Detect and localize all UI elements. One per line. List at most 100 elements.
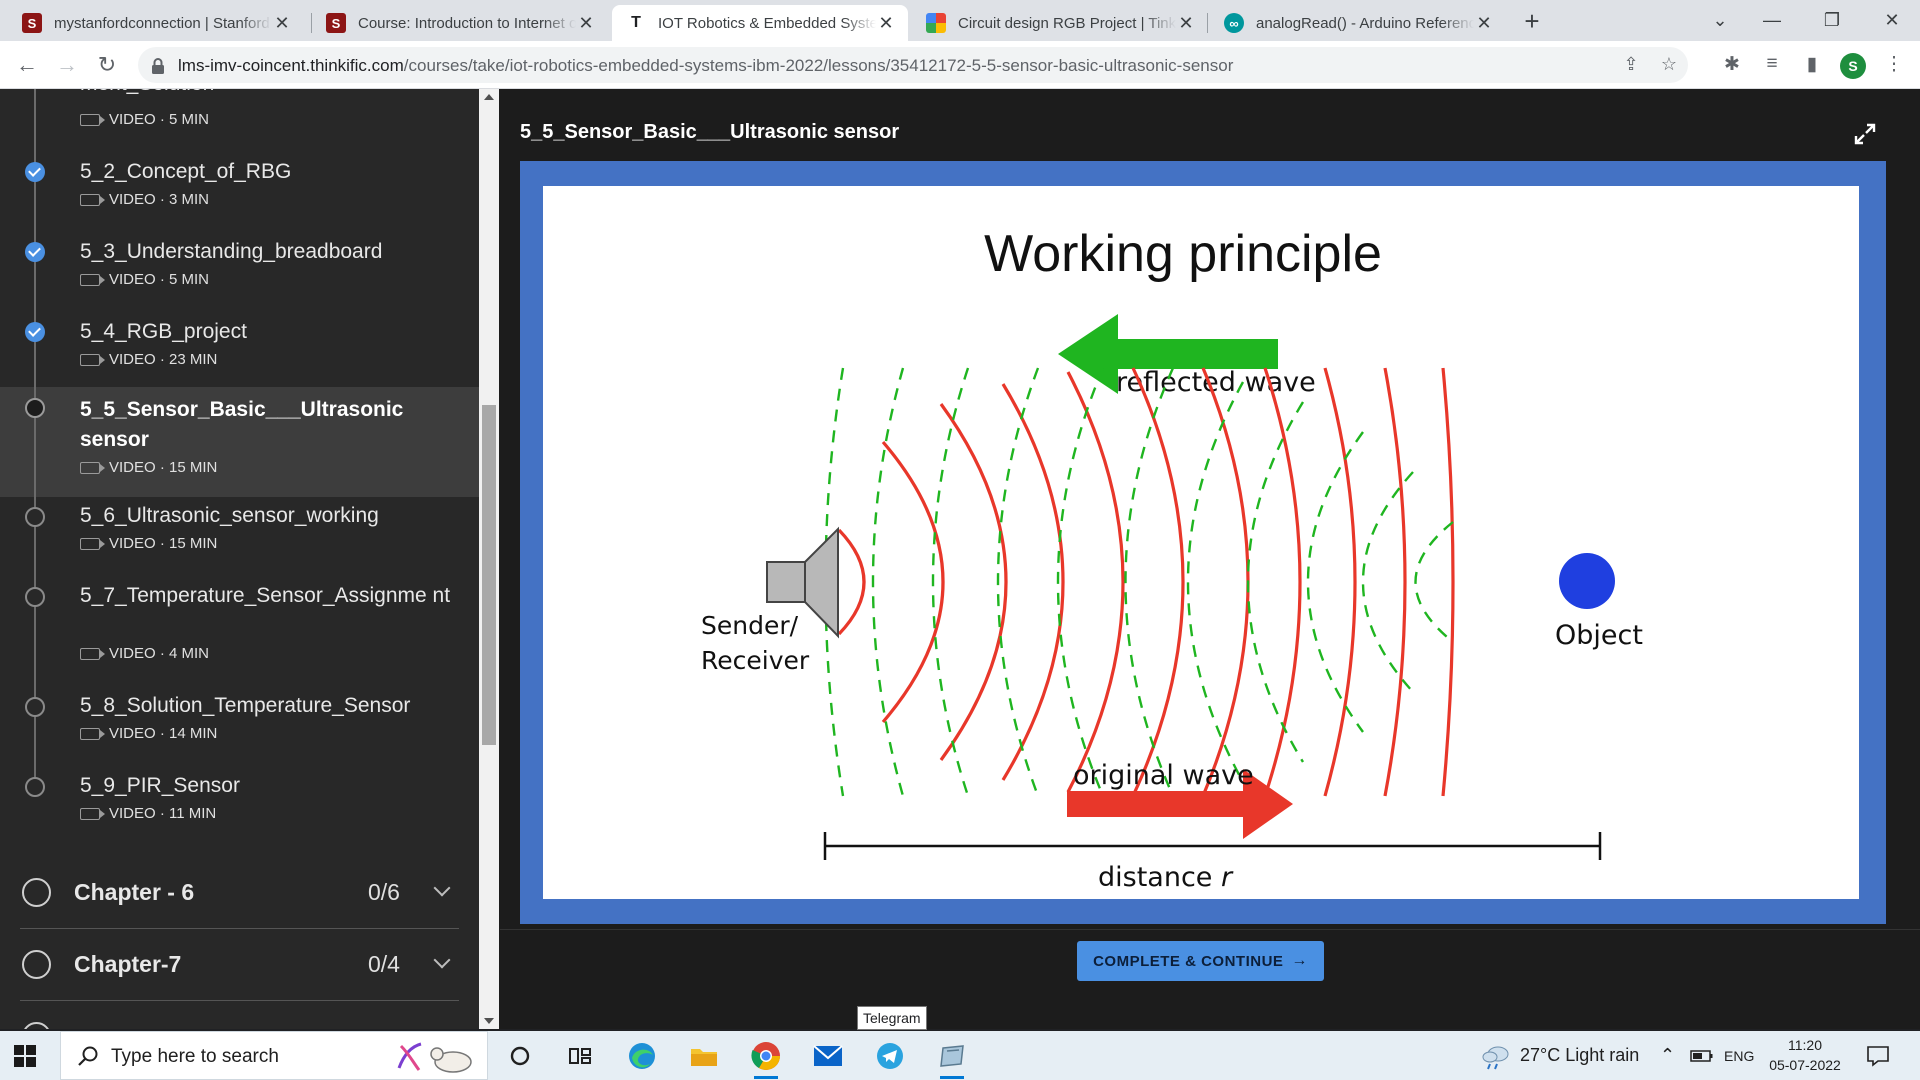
sidebar-lesson-5-4[interactable]: 5_4_RGB_project VIDEO · 23 MIN: [0, 309, 479, 389]
search-highlight-icon: [397, 1042, 472, 1073]
course-favicon-icon: S: [326, 13, 346, 33]
stanford-favicon-icon: S: [22, 13, 42, 33]
back-icon[interactable]: ←: [12, 50, 42, 80]
language-indicator[interactable]: ENG: [1724, 1031, 1754, 1080]
system-clock[interactable]: 11:20 05-07-2022: [1765, 1035, 1845, 1075]
sidebar-lesson-5-9[interactable]: 5_9_PIR_Sensor VIDEO · 11 MIN: [0, 767, 479, 847]
lesson-title: 5_4_RGB_project: [80, 320, 247, 343]
clock-date: 05-07-2022: [1769, 1057, 1841, 1073]
edge-icon[interactable]: [624, 1039, 660, 1073]
sidebar-scrollbar[interactable]: [479, 89, 499, 1029]
sidebar-lesson-5-5-active[interactable]: 5_5_Sensor_Basic___Ultrasonic sensor VID…: [0, 387, 479, 497]
cortana-icon[interactable]: [502, 1039, 538, 1073]
scroll-up-icon[interactable]: [484, 94, 494, 100]
chapter-progress-circle-icon: [22, 878, 51, 907]
new-tab-button[interactable]: +: [1517, 7, 1547, 37]
tab-stanford[interactable]: S mystanfordconnection | Stanford ✕: [8, 5, 304, 41]
chapter-progress-circle-icon: [22, 1022, 51, 1029]
speaker-cone-icon: [804, 526, 839, 639]
scroll-down-icon[interactable]: [484, 1018, 494, 1024]
side-panel-icon[interactable]: ▮: [1800, 53, 1824, 77]
sidebar-lesson-5-6[interactable]: 5_6_Ultrasonic_sensor_working VIDEO · 15…: [0, 497, 479, 577]
tab-arduino[interactable]: ∞ analogRead() - Arduino Reference ✕: [1210, 5, 1506, 41]
lesson-title: 5_8_Solution_Temperature_Sensor: [80, 694, 411, 717]
chrome-icon[interactable]: [748, 1039, 784, 1079]
sidebar-lesson-5-2[interactable]: 5_2_Concept_of_RBG VIDEO · 3 MIN: [0, 149, 479, 229]
chapter-7-toggle[interactable]: Chapter-7 0/4: [0, 929, 479, 1001]
video-icon: [80, 727, 105, 740]
restore-icon[interactable]: ❐: [1802, 0, 1862, 41]
chapter-6-toggle[interactable]: Chapter - 6 0/6: [0, 857, 479, 929]
battery-icon[interactable]: [1690, 1031, 1714, 1080]
distance-label: distance r: [1098, 862, 1234, 893]
notification-center-icon[interactable]: [1866, 1031, 1890, 1080]
profile-avatar[interactable]: S: [1840, 53, 1866, 79]
reflected-wave-front: [996, 367, 1040, 797]
clock-time: 11:20: [1788, 1037, 1822, 1053]
show-hidden-icons[interactable]: ⌃: [1660, 1031, 1675, 1080]
video-icon: [80, 537, 105, 550]
tab-close-icon[interactable]: ✕: [1176, 13, 1196, 34]
scrollbar-thumb[interactable]: [482, 405, 496, 745]
fullscreen-expand-icon[interactable]: [1852, 121, 1878, 147]
video-icon: [80, 273, 105, 286]
chapter-title: Chapter - 6: [74, 879, 195, 905]
tab-close-icon[interactable]: ✕: [576, 13, 596, 34]
lesson-sidebar: ment_Solution VIDEO · 5 MIN 5_2_Concept_…: [0, 89, 479, 1029]
incomplete-circle-icon: [25, 587, 45, 607]
tab-course-iot[interactable]: S Course: Introduction to Internet of ✕: [312, 5, 608, 41]
telegram-icon[interactable]: [872, 1039, 908, 1073]
extensions-icon[interactable]: ✱: [1720, 53, 1744, 77]
wave-fronts: [824, 367, 1455, 797]
minimize-icon[interactable]: —: [1742, 0, 1802, 41]
taskbar-tooltip: Telegram: [857, 1006, 927, 1030]
lesson-footer: COMPLETE & CONTINUE →: [500, 929, 1920, 1029]
sidebar-lesson-5-1-solution[interactable]: ment_Solution VIDEO · 5 MIN: [0, 89, 479, 149]
mail-icon[interactable]: [810, 1039, 846, 1073]
course-player: ment_Solution VIDEO · 5 MIN 5_2_Concept_…: [0, 89, 1920, 1029]
menu-icon[interactable]: ⋮: [1882, 53, 1906, 77]
tab-close-icon[interactable]: ✕: [272, 13, 292, 34]
tab-search-icon[interactable]: ⌄: [1690, 0, 1750, 41]
lock-icon[interactable]: [148, 56, 168, 76]
reload-icon[interactable]: ↻: [92, 50, 122, 80]
lesson-header: 5_5_Sensor_Basic___Ultrasonic sensor: [500, 89, 1920, 161]
progress-line: [34, 229, 36, 309]
chevron-up-icon[interactable]: ⌃: [1660, 1045, 1675, 1066]
original-wave-front: [1441, 367, 1455, 797]
original-wave-front: [1066, 371, 1125, 793]
address-bar[interactable]: lms-imv-coincent.thinkific.com/courses/t…: [138, 47, 1688, 83]
windows-start-icon[interactable]: [14, 1045, 36, 1067]
reflected-wave-label: reflected wave: [1116, 367, 1316, 398]
reflected-wave-front: [1414, 521, 1454, 643]
reading-list-icon[interactable]: ≡: [1760, 53, 1784, 77]
complete-continue-button[interactable]: COMPLETE & CONTINUE →: [1077, 941, 1324, 981]
original-wave-front: [939, 403, 1008, 761]
chevron-down-icon[interactable]: [433, 879, 451, 897]
weather-widget[interactable]: 27°C Light rain: [1480, 1031, 1639, 1080]
completed-check-icon: [25, 322, 45, 342]
video-player[interactable]: Working principle reflected wave Sender/…: [520, 161, 1886, 924]
share-icon[interactable]: ⇪: [1620, 54, 1642, 76]
tab-iot-robotics[interactable]: T IOT Robotics & Embedded Systems ✕: [612, 5, 908, 41]
taskbar-search-input[interactable]: Type here to search: [60, 1031, 488, 1080]
sidebar-lesson-5-7[interactable]: 5_7_Temperature_Sensor_Assignme nt VIDEO…: [0, 577, 479, 687]
forward-icon[interactable]: →: [52, 50, 82, 80]
tab-title: IOT Robotics & Embedded Systems: [658, 14, 876, 32]
tab-title: analogRead() - Arduino Reference: [1256, 14, 1474, 32]
lesson-title: 5_2_Concept_of_RBG: [80, 160, 292, 183]
task-view-icon[interactable]: [562, 1039, 598, 1073]
sidebar-lesson-5-8[interactable]: 5_8_Solution_Temperature_Sensor VIDEO · …: [0, 687, 479, 767]
tab-title: mystanfordconnection | Stanford: [54, 14, 270, 32]
close-window-icon[interactable]: ✕: [1862, 0, 1920, 41]
sidebar-lesson-5-3[interactable]: 5_3_Understanding_breadboard VIDEO · 5 M…: [0, 229, 479, 309]
chapter-next-partial[interactable]: [0, 1001, 479, 1029]
star-icon[interactable]: ☆: [1658, 54, 1680, 76]
chevron-down-icon[interactable]: [433, 951, 451, 969]
app-icon[interactable]: [934, 1039, 970, 1079]
tab-close-icon[interactable]: ✕: [876, 13, 896, 34]
reflected-wave-front: [1246, 401, 1305, 763]
file-explorer-icon[interactable]: [686, 1039, 722, 1073]
tab-tinkercad[interactable]: Circuit design RGB Project | Tinkercad ✕: [912, 5, 1208, 41]
tab-close-icon[interactable]: ✕: [1474, 13, 1494, 34]
